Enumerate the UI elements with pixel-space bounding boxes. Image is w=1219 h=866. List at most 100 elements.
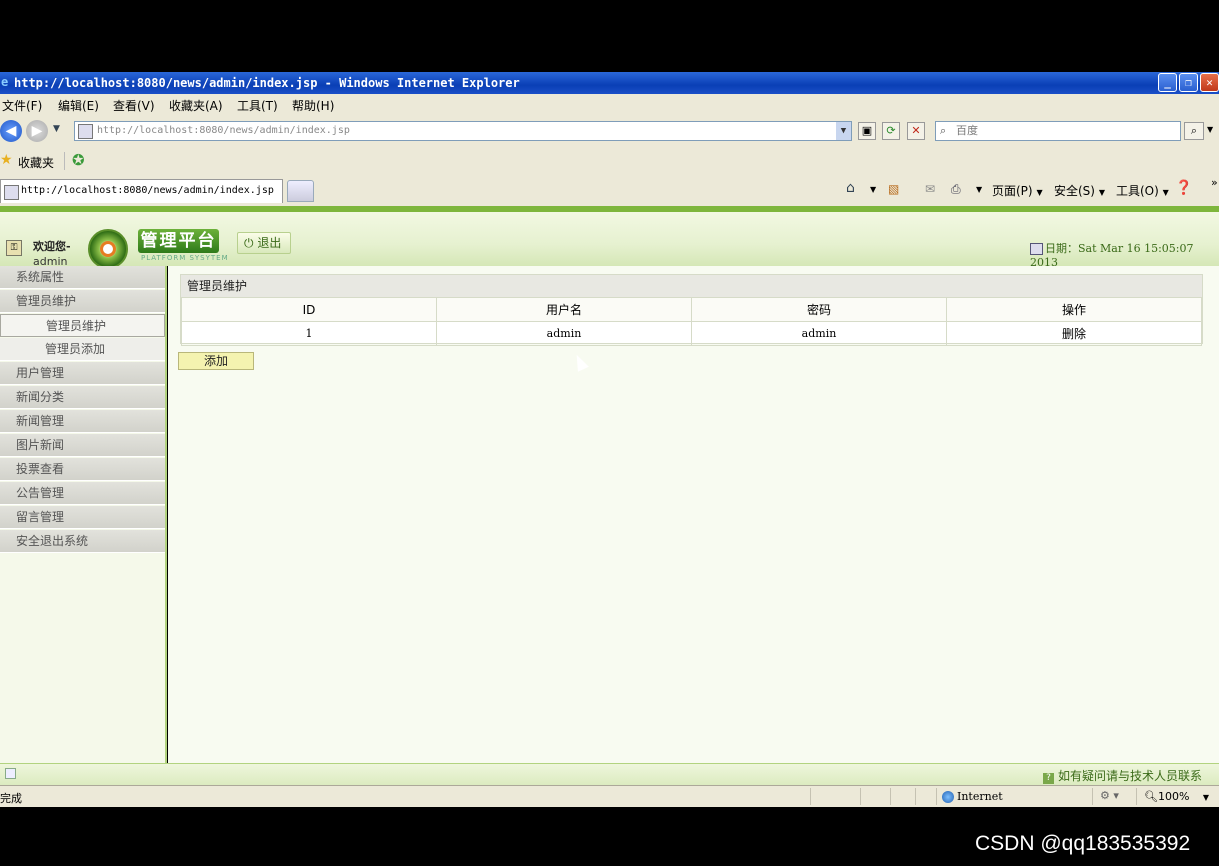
search-options-icon[interactable]: ▼ [1207, 125, 1213, 134]
logout-button[interactable]: ⏻ 退出 [237, 232, 291, 254]
menu-view[interactable]: 查看(V) [113, 97, 155, 114]
help-text: 如有疑问请与技术人员联系 [1058, 769, 1203, 783]
safety-menu[interactable]: 安全(S) ▼ [1054, 182, 1105, 199]
window-title: http://localhost:8080/news/admin/index.j… [14, 76, 520, 90]
search-icon[interactable]: ⌕ [1184, 122, 1204, 140]
table-row: 1 admin admin 删除 [181, 321, 1202, 346]
chevron-down-icon: ▼ [1098, 188, 1105, 197]
zoom-level: 100% [1157, 790, 1190, 803]
minimize-button[interactable]: _ [1158, 73, 1177, 92]
table-header-row: ID 用户名 密码 操作 [181, 297, 1202, 322]
compat-view-icon[interactable]: ▣ [858, 122, 876, 140]
divider [810, 788, 811, 805]
sidebar-item-admin-maintenance[interactable]: 管理员维护 [0, 290, 165, 313]
menu-favorites[interactable]: 收藏夹(A) [169, 97, 223, 114]
watermark: CSDN @qq183535392 [975, 832, 1191, 855]
add-button[interactable]: 添加 [178, 352, 254, 370]
feeds-icon[interactable]: ▧ [888, 182, 899, 196]
divider [936, 788, 937, 805]
tab-title: http://localhost:8080/news/admin/index.j… [21, 185, 274, 196]
mail-icon[interactable]: ✉ [925, 182, 935, 196]
menu-help[interactable]: 帮助(H) [292, 97, 334, 114]
search-placeholder: 百度 [956, 124, 978, 137]
page-menu[interactable]: 页面(P) ▼ [992, 182, 1043, 199]
delete-link[interactable]: 删除 [946, 321, 1202, 346]
menu-edit[interactable]: 编辑(E) [58, 97, 99, 114]
stop-icon[interactable]: ✕ [907, 122, 925, 140]
platform-subtitle: PLATFORM SYSYTEM [141, 254, 229, 262]
address-bar[interactable]: http://localhost:8080/news/admin/index.j… [74, 121, 852, 141]
protected-mode-icon[interactable]: ⚙ ▾ [1100, 789, 1119, 802]
sidebar-item-picture-news[interactable]: 图片新闻 [0, 434, 165, 457]
date-label: 日期： [1045, 242, 1078, 255]
search-input[interactable]: ⌕ 百度 [935, 121, 1181, 141]
refresh-icon[interactable]: ⟳ [882, 122, 900, 140]
chevron-down-icon: ▼ [1202, 793, 1210, 802]
safety-menu-label: 安全(S) [1054, 184, 1095, 198]
zone-label: Internet [957, 790, 1003, 803]
sidebar-item-news-management[interactable]: 新闻管理 [0, 410, 165, 433]
menu-bar: 文件(F) 编辑(E) 查看(V) 收藏夹(A) 工具(T) 帮助(H) [0, 94, 1219, 116]
home-icon[interactable]: ⌂ [846, 180, 855, 196]
sidebar-item-announcement[interactable]: 公告管理 [0, 482, 165, 505]
security-zone: Internet [942, 790, 1003, 803]
menu-file[interactable]: 文件(F) [2, 97, 42, 114]
tab-current[interactable]: http://localhost:8080/news/admin/index.j… [0, 179, 283, 203]
print-icon[interactable]: ⎙ [951, 182, 961, 197]
help-contact: ? 如有疑问请与技术人员联系 [1043, 767, 1202, 784]
admin-panel: 管理员维护 ID 用户名 密码 操作 1 admin admin 删除 [180, 274, 1203, 346]
calendar-icon [1030, 243, 1043, 255]
app-header: ⚿ 欢迎您- admin 管理平台 PLATFORM SYSYTEM ⏻ 退出 … [0, 206, 1219, 269]
app-footer: ? 如有疑问请与技术人员联系 [0, 763, 1219, 785]
home-dropdown-icon[interactable]: ▼ [870, 185, 876, 194]
column-header-username: 用户名 [436, 297, 692, 322]
status-bar: 完成 Internet ⚙ ▾ 🔍︎100% ▼ [0, 785, 1219, 807]
sidebar-item-safe-exit[interactable]: 安全退出系统 [0, 530, 165, 553]
address-toolbar: ◀ ▶ ▼ http://localhost:8080/news/admin/i… [0, 118, 1219, 146]
favorites-star-icon: ★ [0, 152, 13, 168]
add-favorite-icon[interactable]: ✪ [72, 151, 85, 169]
maximize-button[interactable]: ❐ [1179, 73, 1198, 92]
zoom-control[interactable]: 🔍︎100% ▼ [1144, 790, 1209, 803]
platform-logo-icon [88, 229, 128, 269]
sidebar-item-news-category[interactable]: 新闻分类 [0, 386, 165, 409]
tools-menu[interactable]: 工具(O) ▼ [1116, 182, 1169, 199]
panel-title: 管理员维护 [181, 275, 1202, 297]
tab-row: http://localhost:8080/news/admin/index.j… [0, 176, 1219, 206]
history-dropdown-icon[interactable]: ▼ [53, 124, 60, 134]
sidebar-subitem-admin-add[interactable]: 管理员添加 [0, 338, 165, 361]
address-dropdown-icon[interactable]: ▼ [836, 122, 851, 140]
column-header-action: 操作 [946, 297, 1202, 322]
date-display: 日期：Sat Mar 16 15:05:07 2013 [1030, 240, 1219, 269]
sidebar-item-system-properties[interactable]: 系统属性 [0, 266, 165, 289]
sidebar-item-user-management[interactable]: 用户管理 [0, 362, 165, 385]
footer-icon [5, 768, 16, 779]
forward-button[interactable]: ▶ [26, 120, 48, 142]
new-tab-button[interactable] [287, 180, 314, 202]
menu-tools[interactable]: 工具(T) [237, 97, 278, 114]
chevron-down-icon: ▼ [1036, 188, 1043, 197]
back-button[interactable]: ◀ [0, 120, 22, 142]
question-icon: ? [1043, 773, 1054, 784]
print-dropdown-icon[interactable]: ▼ [976, 185, 982, 194]
toolbar-overflow-icon[interactable]: » [1211, 176, 1218, 189]
status-text: 完成 [0, 792, 22, 805]
main-content: 管理员维护 ID 用户名 密码 操作 1 admin admin 删除 添加 [168, 266, 1219, 763]
divider [1136, 788, 1137, 805]
search-engine-icon: ⌕ [940, 124, 947, 137]
cell-username: admin [436, 321, 692, 346]
favorites-button[interactable]: 收藏夹 [18, 154, 54, 171]
sidebar-subitem-admin-maintenance[interactable]: 管理员维护 [0, 314, 165, 337]
help-icon[interactable]: ❓ [1175, 180, 1192, 196]
welcome-text: 欢迎您- [33, 240, 71, 253]
sidebar-item-message[interactable]: 留言管理 [0, 506, 165, 529]
close-button[interactable]: ✕ [1200, 73, 1219, 92]
address-url: http://localhost:8080/news/admin/index.j… [97, 125, 350, 136]
sidebar: 系统属性 管理员维护 管理员维护 管理员添加 用户管理 新闻分类 新闻管理 图片… [0, 266, 167, 763]
sidebar-item-vote-view[interactable]: 投票查看 [0, 458, 165, 481]
page-menu-label: 页面(P) [992, 184, 1033, 198]
cell-id: 1 [181, 321, 437, 346]
window-title-bar: e http://localhost:8080/news/admin/index… [0, 72, 1219, 94]
divider [890, 788, 891, 805]
page-icon [78, 124, 93, 139]
